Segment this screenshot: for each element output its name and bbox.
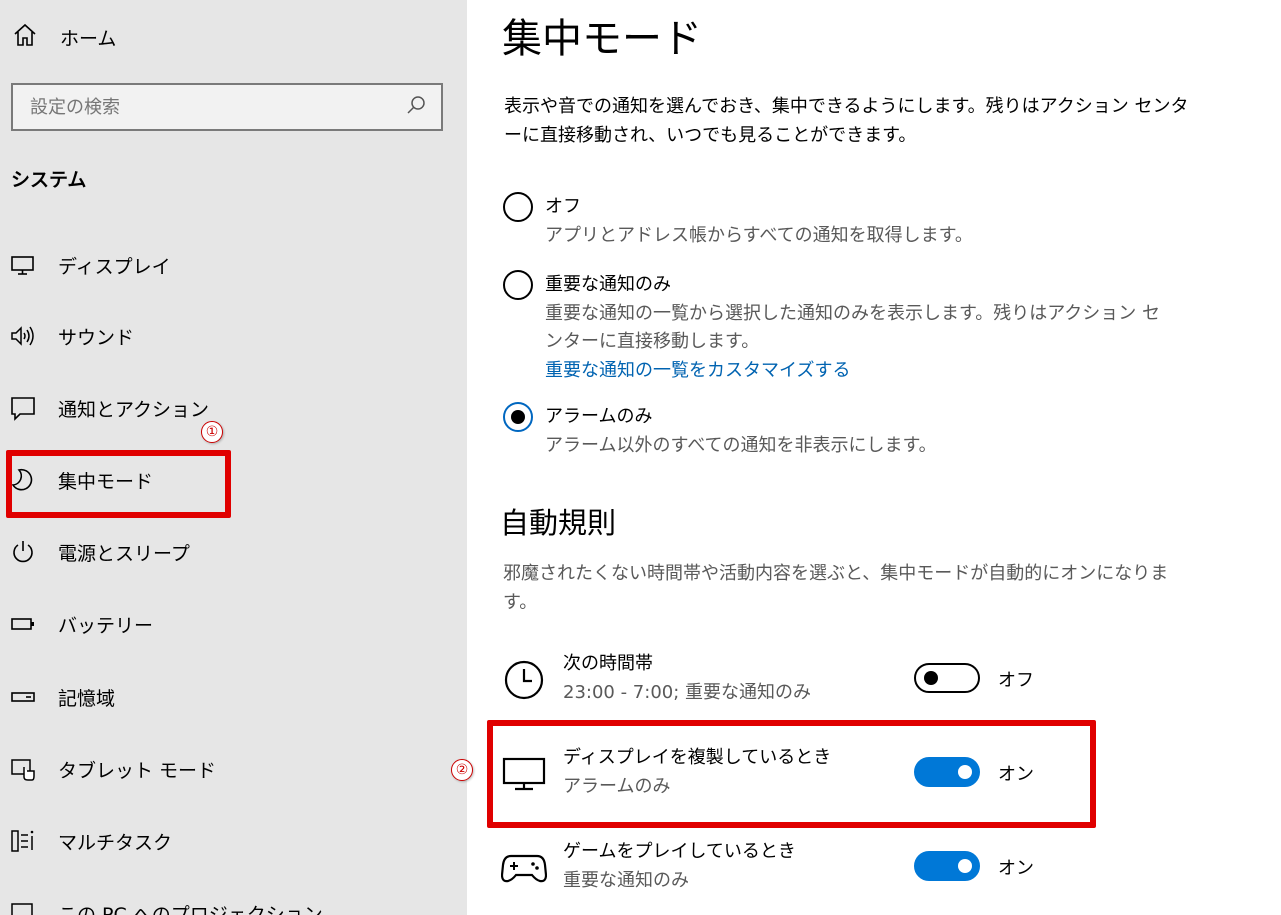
sidebar-item-power[interactable]: 電源とスリープ xyxy=(10,535,190,569)
monitor-icon xyxy=(10,252,36,278)
sidebar-item-label: この PC へのプロジェクション xyxy=(58,903,323,915)
main-content: 集中モード 表示や音での通知を選んでおき、集中できるようにします。残りはアクショ… xyxy=(451,0,1281,915)
annotation-badge-1: ① xyxy=(201,421,223,443)
sidebar-item-sound[interactable]: サウンド xyxy=(10,319,134,353)
radio-off[interactable] xyxy=(503,192,533,222)
power-icon xyxy=(10,539,36,565)
search-input[interactable] xyxy=(30,96,405,118)
option-label: オフ xyxy=(545,196,581,217)
gamepad-icon xyxy=(501,845,547,891)
option-label: アラームのみ xyxy=(545,406,653,427)
rule-detail: 23:00 - 7:00; 重要な通知のみ xyxy=(563,682,812,703)
multitask-icon xyxy=(10,828,36,854)
option-description: アラーム以外のすべての通知を非表示にします。 xyxy=(545,435,937,456)
annotation-badge-2: ② xyxy=(451,759,473,781)
toggle-state-label: オン xyxy=(998,858,1034,879)
sidebar-item-label: バッテリー xyxy=(58,614,154,637)
radio-priority-only[interactable] xyxy=(503,270,533,300)
annotation-highlight-focus-assist xyxy=(6,450,231,518)
sidebar-item-label: マルチタスク xyxy=(58,831,173,854)
rule-detail: 重要な通知のみ xyxy=(563,870,689,891)
notification-icon xyxy=(10,395,36,421)
rule-playing-game[interactable]: ゲームをプレイしているとき 重要な通知のみ オン xyxy=(501,837,1121,897)
battery-icon xyxy=(10,611,36,637)
rule-game-toggle[interactable] xyxy=(914,851,980,881)
sidebar-item-label: 通知とアクション xyxy=(58,398,210,421)
rule-during-these-times[interactable]: 次の時間帯 23:00 - 7:00; 重要な通知のみ オフ xyxy=(501,649,1121,709)
sidebar-item-battery[interactable]: バッテリー xyxy=(10,607,153,641)
sidebar-item-tablet-mode[interactable]: タブレット モード xyxy=(10,752,216,786)
option-description: アプリとアドレス帳からすべての通知を取得します。 xyxy=(545,225,973,246)
option-off[interactable]: オフ アプリとアドレス帳からすべての通知を取得します。 xyxy=(503,192,1175,250)
toggle-state-label: オフ xyxy=(998,670,1034,691)
rule-time-toggle[interactable] xyxy=(914,663,980,693)
sidebar-item-label: タブレット モード xyxy=(58,759,217,782)
sidebar-item-storage[interactable]: 記憶域 xyxy=(10,680,115,714)
search-icon[interactable] xyxy=(405,94,427,120)
sidebar-item-label: 電源とスリープ xyxy=(58,542,190,565)
auto-rules-description: 邪魔されたくない時間帯や活動内容を選ぶと、集中モードが自動的にオンになります。 xyxy=(503,563,1169,613)
storage-icon xyxy=(10,684,36,710)
page-title: 集中モード xyxy=(502,16,702,62)
sidebar: ホーム システム ディスプレイ サウンド 通知とアクション 集中モード xyxy=(0,0,467,915)
rule-name: 次の時間帯 xyxy=(563,653,653,674)
option-priority-only[interactable]: 重要な通知のみ 重要な通知の一覧から選択した通知のみを表示します。残りはアクショ… xyxy=(503,270,1175,386)
radio-selected-dot xyxy=(511,410,525,424)
radio-alarms-only[interactable] xyxy=(503,402,533,432)
option-alarms-only[interactable]: アラームのみ アラーム以外のすべての通知を非表示にします。 xyxy=(503,402,1175,460)
home-link[interactable]: ホーム xyxy=(12,22,116,52)
option-description: 重要な通知の一覧から選択した通知のみを表示します。残りはアクション センターに直… xyxy=(545,303,1161,352)
sidebar-item-display[interactable]: ディスプレイ xyxy=(10,248,171,282)
sidebar-item-multitasking[interactable]: マルチタスク xyxy=(10,824,172,858)
page-description: 表示や音での通知を選んでおき、集中できるようにします。残りはアクション センター… xyxy=(504,96,1189,146)
sidebar-item-notifications[interactable]: 通知とアクション xyxy=(10,391,209,425)
section-title: システム xyxy=(11,169,87,191)
sidebar-item-label: ディスプレイ xyxy=(58,255,171,278)
speaker-icon xyxy=(10,323,36,349)
clock-icon xyxy=(501,657,547,703)
tablet-mode-icon xyxy=(10,756,36,782)
search-box[interactable] xyxy=(11,83,443,131)
sidebar-item-projection[interactable]: この PC へのプロジェクション xyxy=(10,896,323,915)
rule-name: ゲームをプレイしているとき xyxy=(563,841,796,862)
auto-rules-title: 自動規則 xyxy=(500,506,617,540)
projection-icon xyxy=(10,900,36,915)
home-label: ホーム xyxy=(60,27,117,50)
home-icon xyxy=(12,22,38,53)
sidebar-item-label: 記憶域 xyxy=(58,687,116,710)
sidebar-item-label: サウンド xyxy=(58,326,135,349)
customize-priority-list-link[interactable]: 重要な通知の一覧をカスタマイズする xyxy=(545,356,1175,386)
annotation-highlight-display-rule xyxy=(487,720,1096,828)
option-label: 重要な通知のみ xyxy=(545,274,671,295)
